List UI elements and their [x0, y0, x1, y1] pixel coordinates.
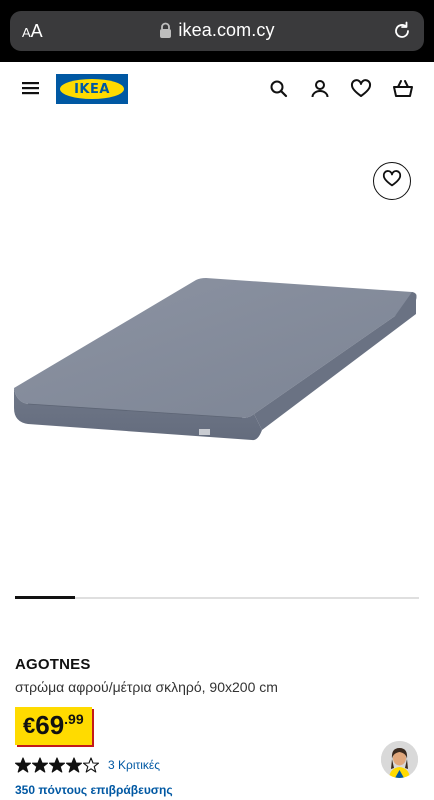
address-bar[interactable]: A A ikea.com.cy: [10, 11, 424, 51]
user-icon[interactable]: [309, 78, 331, 100]
site-header: IKEA: [0, 62, 434, 118]
star-filled-icon: [49, 757, 65, 773]
image-carousel-track[interactable]: [15, 597, 419, 599]
reload-icon[interactable]: [392, 21, 412, 41]
reviews-link[interactable]: 3 Κριτικές: [108, 758, 160, 772]
product-name[interactable]: AGOTNES: [15, 656, 91, 673]
price-tag: € 69 .99: [15, 707, 92, 745]
price-integer: 69: [35, 710, 65, 740]
reward-points: 350 πόντους επιβράβευσης: [15, 783, 173, 797]
lock-icon: [159, 22, 172, 39]
star-filled-icon: [15, 757, 31, 773]
star-rating: [15, 757, 99, 773]
mattress-illustration: [14, 278, 417, 441]
star-filled-icon: [32, 757, 48, 773]
price-decimal: .99: [64, 711, 84, 727]
product-description: στρώμα αφρού/μέτρια σκληρό, 90x200 cm: [15, 679, 278, 695]
heart-icon[interactable]: [350, 78, 372, 100]
star-empty-icon: [83, 757, 99, 773]
browser-toolbar: A A ikea.com.cy: [0, 0, 434, 62]
url-text: ikea.com.cy: [178, 20, 275, 40]
menu-icon[interactable]: [22, 80, 40, 96]
shopping-bag-icon[interactable]: [392, 78, 414, 100]
price-currency: €: [23, 713, 36, 738]
logo-text: IKEA: [74, 81, 110, 97]
search-icon[interactable]: [268, 78, 290, 100]
rating-row[interactable]: 3 Κριτικές: [15, 756, 160, 774]
star-filled-icon: [66, 757, 82, 773]
heart-icon: [382, 169, 402, 194]
image-carousel-indicator: [15, 596, 75, 599]
chat-assistant-avatar[interactable]: [381, 741, 418, 778]
add-to-favorites-button[interactable]: [373, 162, 411, 200]
product-image[interactable]: [0, 118, 434, 588]
ikea-logo[interactable]: IKEA: [56, 74, 128, 104]
assistant-avatar-icon: [381, 741, 418, 778]
